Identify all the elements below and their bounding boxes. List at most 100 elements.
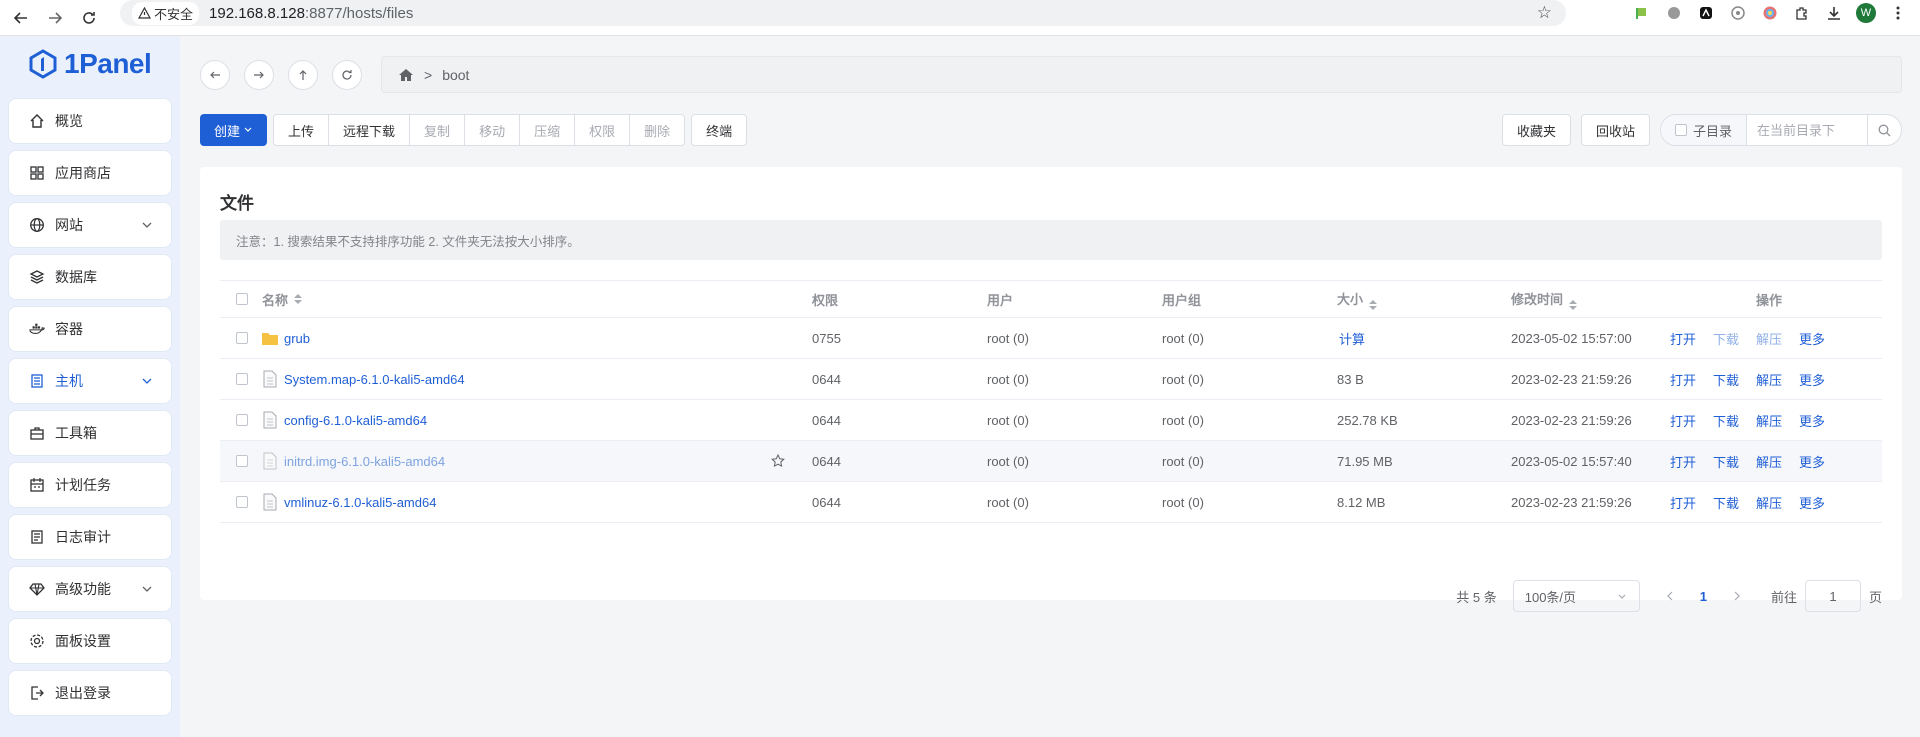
permission-cell[interactable]: 0755 (812, 331, 841, 346)
column-modified[interactable]: 修改时间 (1511, 289, 1578, 310)
extension-flag-icon[interactable] (1632, 3, 1652, 23)
download-action[interactable]: 下载 (1713, 411, 1739, 430)
open-action[interactable]: 打开 (1670, 452, 1696, 471)
reload-icon[interactable] (76, 5, 102, 31)
sidebar-item-app-store[interactable]: 应用商店 (8, 150, 172, 196)
checkbox[interactable] (1675, 124, 1687, 136)
prev-page-button[interactable] (1666, 589, 1674, 604)
row-checkbox[interactable] (236, 332, 248, 344)
permission-cell[interactable]: 0644 (812, 413, 841, 428)
create-button[interactable]: 创建 (200, 114, 268, 146)
download-action[interactable]: 下载 (1713, 329, 1739, 348)
download-action[interactable]: 下载 (1713, 370, 1739, 389)
profile-avatar[interactable]: W (1856, 3, 1876, 23)
goto-page-input[interactable]: 1 (1804, 580, 1861, 612)
notice-banner: 注意：1. 搜索结果不支持排序功能 2. 文件夹无法按大小排序。 (220, 220, 1882, 260)
bookmark-star-icon[interactable]: ☆ (1537, 3, 1552, 23)
page-number-current[interactable]: 1 (1700, 589, 1707, 604)
permission-cell[interactable]: 0644 (812, 454, 841, 469)
path-segment-boot[interactable]: boot (442, 67, 469, 83)
copy-button[interactable]: 复制 (410, 115, 466, 145)
file-name-link[interactable]: System.map-6.1.0-kali5-amd64 (284, 372, 465, 387)
permission-cell[interactable]: 0644 (812, 372, 841, 387)
sidebar-item-toolbox[interactable]: 工具箱 (8, 410, 172, 456)
extension-shield-icon[interactable] (1664, 3, 1684, 23)
forward-button[interactable] (244, 60, 274, 90)
download-action[interactable]: 下载 (1713, 493, 1739, 512)
file-name-link[interactable]: grub (284, 331, 310, 346)
security-indicator[interactable]: 不安全 (132, 1, 200, 25)
permission-cell[interactable]: 0644 (812, 495, 841, 510)
url-text[interactable]: 192.168.8.128:8877/hosts/files (209, 5, 413, 22)
extract-action[interactable]: 解压 (1756, 493, 1782, 512)
extension-colorful-icon[interactable] (1760, 3, 1780, 23)
file-name-link[interactable]: initrd.img-6.1.0-kali5-amd64 (284, 454, 445, 469)
more-action[interactable]: 更多 (1799, 411, 1825, 430)
download-action[interactable]: 下载 (1713, 452, 1739, 471)
extract-action[interactable]: 解压 (1756, 370, 1782, 389)
browser-menu-icon[interactable] (1888, 3, 1908, 23)
column-size[interactable]: 大小 (1337, 289, 1378, 310)
open-action[interactable]: 打开 (1670, 493, 1696, 512)
extract-action[interactable]: 解压 (1756, 329, 1782, 348)
sidebar-item-websites[interactable]: 网站 (8, 202, 172, 248)
file-name-link[interactable]: config-6.1.0-kali5-amd64 (284, 413, 427, 428)
remote-download-button[interactable]: 远程下载 (329, 115, 411, 145)
recycle-bin-button[interactable]: 回收站 (1580, 114, 1650, 146)
sidebar-item-logout[interactable]: 退出登录 (8, 670, 172, 716)
row-checkbox[interactable] (236, 373, 248, 385)
more-action[interactable]: 更多 (1799, 329, 1825, 348)
extension-gear-icon[interactable] (1728, 3, 1748, 23)
next-page-button[interactable] (1733, 589, 1741, 604)
sidebar-item-database[interactable]: 数据库 (8, 254, 172, 300)
back-arrow-icon[interactable] (8, 5, 34, 31)
app-logo[interactable]: 1Panel (28, 48, 152, 80)
more-action[interactable]: 更多 (1799, 493, 1825, 512)
back-button[interactable] (200, 60, 230, 90)
column-name[interactable]: 名称 (262, 290, 303, 309)
open-action[interactable]: 打开 (1670, 329, 1696, 348)
sidebar-item-advanced[interactable]: 高级功能 (8, 566, 172, 612)
terminal-button[interactable]: 终端 (691, 114, 748, 146)
favorite-star-icon[interactable] (771, 454, 785, 468)
delete-button[interactable]: 删除 (630, 115, 684, 145)
open-action[interactable]: 打开 (1670, 411, 1696, 430)
page-size-select[interactable]: 100条/页 (1512, 580, 1640, 612)
calculate-size-link[interactable]: 计算 (1337, 329, 1365, 348)
extract-action[interactable]: 解压 (1756, 411, 1782, 430)
extract-action[interactable]: 解压 (1756, 452, 1782, 471)
sidebar-item-containers[interactable]: 容器 (8, 306, 172, 352)
permission-button[interactable]: 权限 (575, 115, 631, 145)
sidebar-item-logs[interactable]: 日志审计 (8, 514, 172, 560)
more-action[interactable]: 更多 (1799, 370, 1825, 389)
home-icon[interactable] (398, 68, 414, 82)
refresh-button[interactable] (332, 60, 362, 90)
search-input[interactable] (1757, 122, 1842, 138)
more-action[interactable]: 更多 (1799, 452, 1825, 471)
address-bar[interactable]: 不安全 192.168.8.128:8877/hosts/files ☆ (120, 0, 1566, 26)
table-row: config-6.1.0-kali5-amd64 0644 root (0) r… (220, 400, 1882, 441)
extension-black-icon[interactable] (1696, 3, 1716, 23)
favorites-button[interactable]: 收藏夹 (1501, 114, 1571, 146)
compress-button[interactable]: 压缩 (520, 115, 576, 145)
row-checkbox[interactable] (236, 455, 248, 467)
path-breadcrumb[interactable]: > boot (381, 56, 1902, 93)
move-button[interactable]: 移动 (465, 115, 521, 145)
sidebar-item-settings[interactable]: 面板设置 (8, 618, 172, 664)
open-action[interactable]: 打开 (1670, 370, 1696, 389)
search-button[interactable] (1867, 115, 1901, 145)
sidebar-item-host[interactable]: 主机 (8, 358, 172, 404)
extensions-puzzle-icon[interactable] (1792, 3, 1812, 23)
upload-button[interactable]: 上传 (274, 115, 330, 145)
downloads-icon[interactable] (1824, 3, 1844, 23)
select-all-checkbox[interactable] (236, 293, 248, 305)
parent-dir-button[interactable] (288, 60, 318, 90)
sidebar-item-cron[interactable]: 计划任务 (8, 462, 172, 508)
row-checkbox[interactable] (236, 496, 248, 508)
row-checkbox[interactable] (236, 414, 248, 426)
subdirectory-checkbox[interactable]: 子目录 (1661, 115, 1748, 145)
forward-arrow-icon[interactable] (42, 5, 68, 31)
subdir-label: 子目录 (1693, 123, 1733, 139)
sidebar-item-overview[interactable]: 概览 (8, 98, 172, 144)
file-name-link[interactable]: vmlinuz-6.1.0-kali5-amd64 (284, 495, 436, 510)
